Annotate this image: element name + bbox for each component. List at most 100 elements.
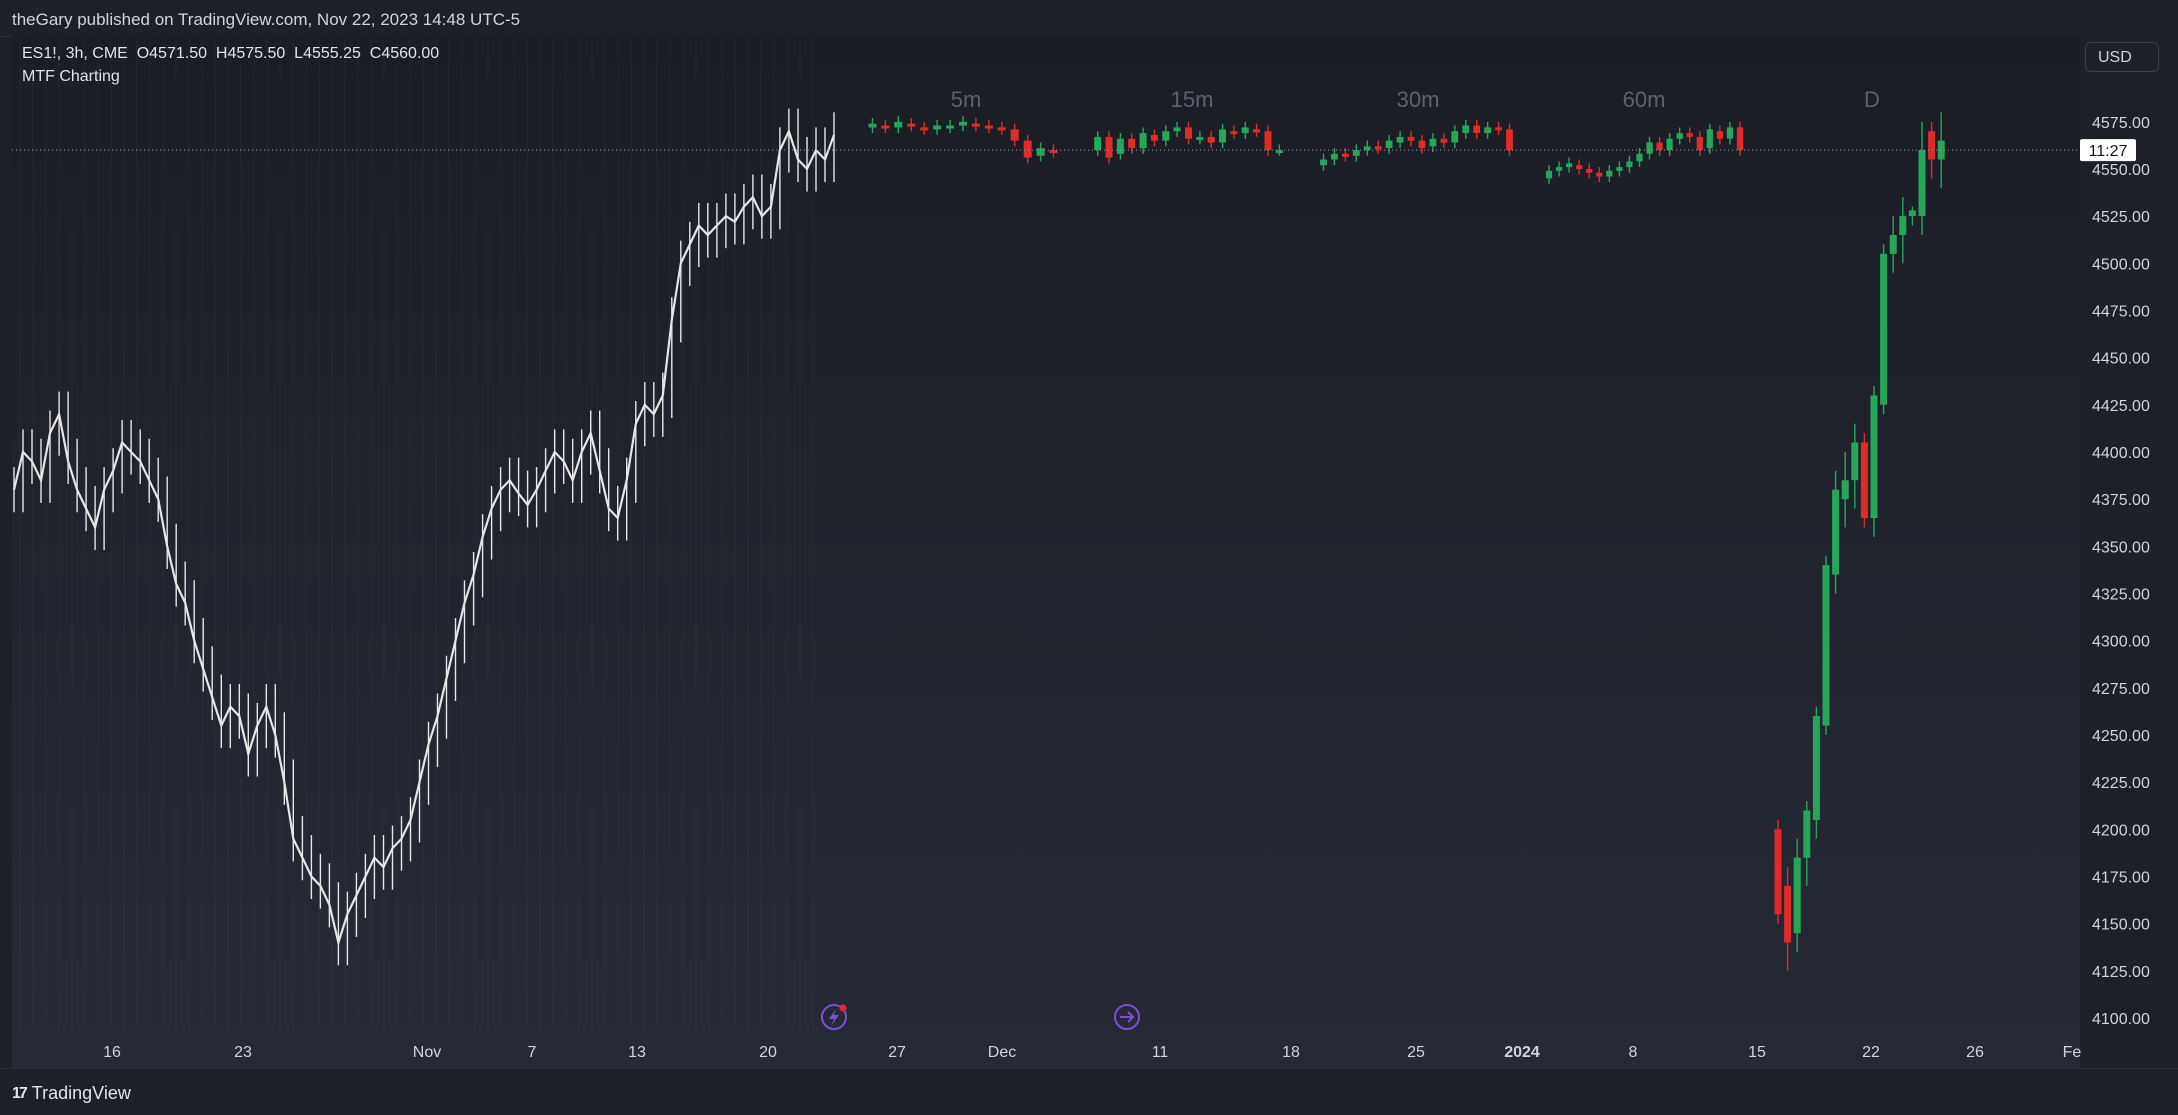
60m-candle xyxy=(1686,133,1693,137)
time-tick-label: 22 xyxy=(1862,1044,1880,1061)
daily-candle xyxy=(1899,216,1907,235)
60m-candle xyxy=(1606,170,1613,177)
daily-candle xyxy=(1841,480,1849,500)
15m-candle xyxy=(1264,131,1272,151)
price-tick-label: 4250.00 xyxy=(2092,728,2150,745)
lightning-event-icon[interactable] xyxy=(821,1004,847,1030)
60m-candle xyxy=(1586,168,1593,173)
15m-candle xyxy=(1196,136,1204,140)
15m-candle xyxy=(1241,127,1249,134)
indicator-legend[interactable]: MTF Charting xyxy=(22,68,120,86)
60m-candle xyxy=(1736,127,1744,150)
price-tick-label: 4125.00 xyxy=(2092,964,2150,981)
5m-candle xyxy=(933,125,942,130)
30m-candle xyxy=(1331,153,1338,160)
15m-candle xyxy=(1219,129,1226,143)
price-tick-label: 4275.00 xyxy=(2092,681,2150,698)
30m-candle xyxy=(1506,129,1513,151)
5m-candle xyxy=(971,123,980,127)
price-tick-label: 4300.00 xyxy=(2092,634,2150,651)
15m-candle xyxy=(1185,127,1192,139)
daily-candle xyxy=(1918,150,1926,217)
60m-candle xyxy=(1706,129,1713,149)
daily-candle xyxy=(1803,810,1811,858)
60m-candle xyxy=(1556,167,1563,171)
30m-candle xyxy=(1473,125,1481,133)
5m-candle xyxy=(907,123,916,127)
30m-candle xyxy=(1363,146,1371,151)
30m-candle xyxy=(1495,127,1502,131)
15m-candle xyxy=(1139,133,1147,149)
price-tick-label: 4500.00 xyxy=(2092,256,2150,273)
tradingview-logo-icon: 17 xyxy=(12,1084,28,1102)
15m-candle xyxy=(1173,127,1181,132)
60m-candle xyxy=(1616,167,1623,171)
currency-button[interactable]: USD xyxy=(2085,42,2159,72)
15m-candle xyxy=(1128,138,1136,149)
30m-candle xyxy=(1429,138,1437,147)
price-tick-label: 4350.00 xyxy=(2092,539,2150,556)
symbol-legend: ES1!, 3h, CME O4571.50 H4575.50 L4555.25… xyxy=(22,45,440,62)
tradingview-logo-text: TradingView xyxy=(31,1083,131,1103)
forward-event-icon[interactable] xyxy=(1114,1004,1140,1030)
timeframe-label: D xyxy=(1864,87,1880,112)
30m-candle xyxy=(1418,140,1426,149)
30m-candle xyxy=(1462,125,1470,133)
daily-candle xyxy=(1793,857,1801,934)
time-tick-label: 25 xyxy=(1407,1044,1425,1061)
price-tick-label: 4425.00 xyxy=(2092,398,2150,415)
price-tag-label: 11:27 xyxy=(2089,143,2128,160)
15m-candle xyxy=(1253,129,1261,133)
time-tick-label: 27 xyxy=(888,1044,906,1061)
daily-candle xyxy=(1889,235,1897,254)
5m-candle xyxy=(997,127,1006,131)
daily-candle xyxy=(1870,395,1878,518)
price-tick-label: 4325.00 xyxy=(2092,587,2150,604)
daily-candle xyxy=(1860,442,1868,518)
tradingview-logo[interactable]: 17 TradingView xyxy=(12,1083,131,1104)
60m-candle xyxy=(1716,131,1723,139)
price-tick-label: 4225.00 xyxy=(2092,775,2150,792)
60m-candle xyxy=(1646,142,1653,154)
forward-arrow-glyph xyxy=(1120,1011,1135,1023)
timeframe-label: 60m xyxy=(1623,87,1666,112)
5m-candle xyxy=(959,121,967,126)
chart-canvas[interactable]: 5m 15m 30m 60m D 4100.00 4125.00 4150.00 4175.0… xyxy=(0,0,2178,1114)
time-tick-label: 23 xyxy=(234,1044,252,1061)
5m-candle xyxy=(881,125,890,129)
60m-candle xyxy=(1666,138,1673,151)
30m-candle xyxy=(1407,136,1415,141)
15m-candle xyxy=(1207,136,1215,143)
30m-candle xyxy=(1352,150,1360,156)
time-tick-label: 18 xyxy=(1282,1044,1300,1061)
15m-candle xyxy=(1116,138,1124,154)
price-tick-label: 4450.00 xyxy=(2092,351,2150,368)
price-tick-label: 4150.00 xyxy=(2092,917,2150,934)
time-tick-label: Fe xyxy=(2063,1044,2082,1061)
time-tick-label: 8 xyxy=(1629,1044,1638,1061)
30m-candle xyxy=(1396,136,1404,143)
60m-candle xyxy=(1566,163,1573,168)
30m-candle xyxy=(1385,140,1393,149)
time-tick-label: 7 xyxy=(528,1044,537,1061)
time-tick-label: 15 xyxy=(1748,1044,1766,1061)
daily-candle xyxy=(1928,131,1936,160)
daily-candle xyxy=(1784,885,1792,943)
15m-candle xyxy=(1162,131,1170,141)
15m-candle xyxy=(1230,131,1238,135)
60m-candle xyxy=(1726,127,1733,139)
30m-candle xyxy=(1374,146,1382,150)
time-tick-label: Dec xyxy=(988,1044,1016,1061)
5m-candle xyxy=(1010,129,1019,141)
daily-candle xyxy=(1822,565,1830,726)
time-tick-label: 13 xyxy=(628,1044,646,1061)
price-tick-label: 4400.00 xyxy=(2092,445,2150,462)
60m-candle xyxy=(1626,161,1633,168)
5m-candle xyxy=(1023,140,1032,158)
price-tick-label: 4100.00 xyxy=(2092,1011,2150,1028)
time-tick-label: 11 xyxy=(1152,1044,1169,1061)
60m-candle xyxy=(1596,172,1603,177)
5m-candle xyxy=(920,127,929,131)
30m-candle xyxy=(1320,159,1327,166)
daily-candle xyxy=(1880,253,1888,405)
